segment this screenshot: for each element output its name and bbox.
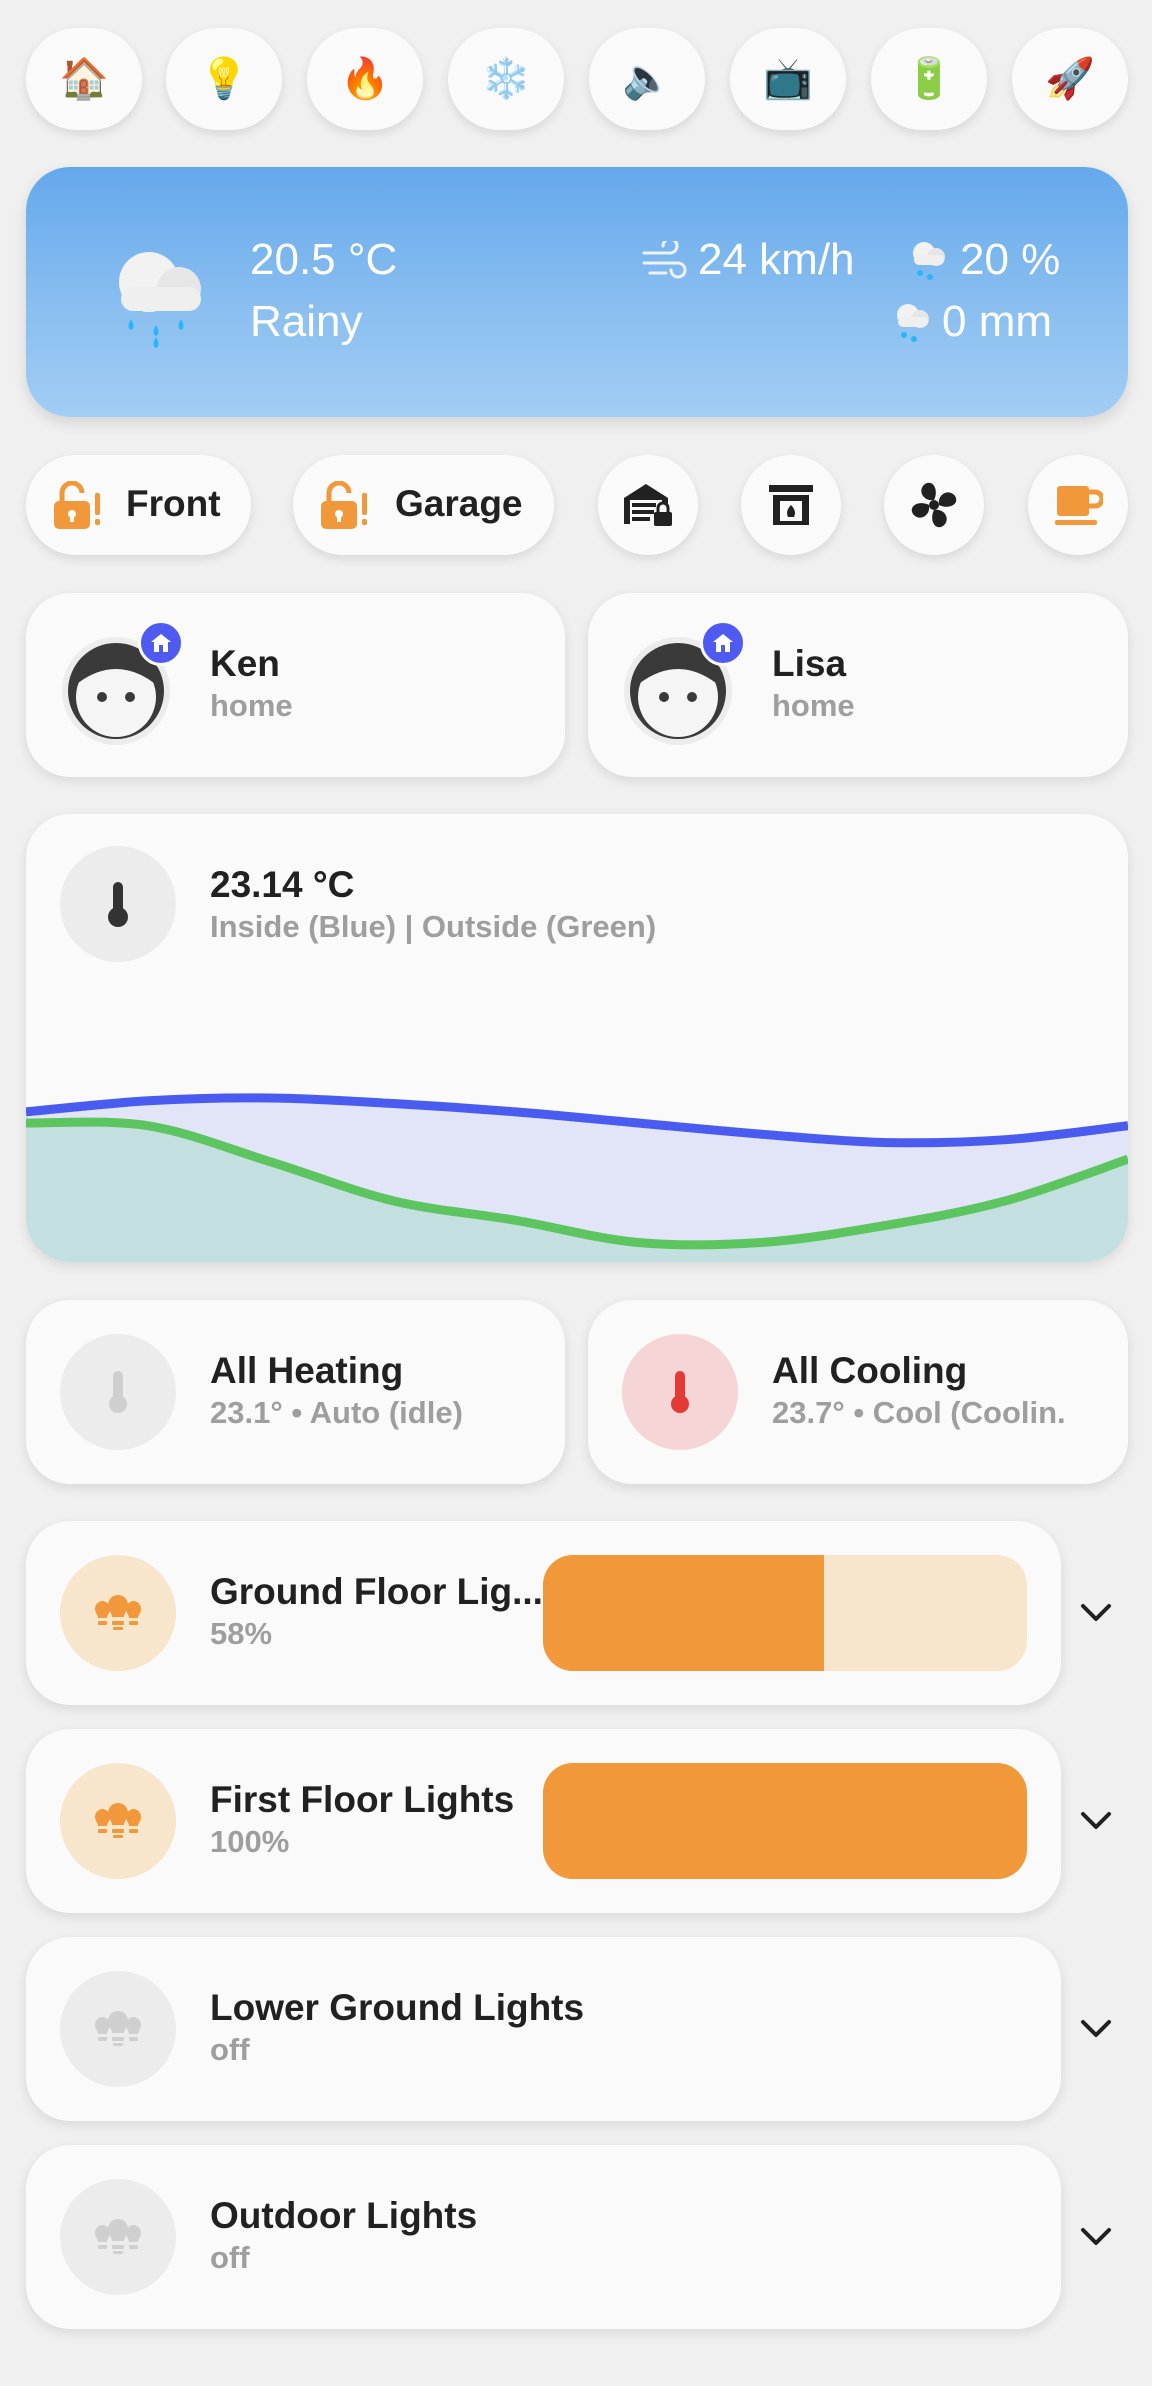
person-state: home [772,688,855,723]
light-card[interactable]: First Floor Lights 100% [26,1729,1061,1913]
light-group-icon [94,2011,142,2046]
light-title: Ground Floor Lig... [210,1571,543,1612]
fan-icon [911,482,957,528]
heating-button[interactable]: 🔥 [307,28,423,130]
expand-chevron-button[interactable] [1076,2009,1116,2049]
front-lock-button[interactable]: Front [26,455,251,555]
expand-chevron-button[interactable] [1076,2217,1116,2257]
expand-chevron-button[interactable] [1076,1801,1116,1841]
light-icon-circle[interactable] [60,1971,176,2087]
brightness-slider[interactable] [543,1555,1027,1671]
temperature-graph-card[interactable]: 23.14 °C Inside (Blue) | Outside (Green) [26,814,1128,1262]
fire-icon: 🔥 [340,57,390,101]
chevron-down-icon [1081,2228,1111,2245]
cooling-title: All Cooling [772,1350,968,1391]
cooling-card[interactable]: All Cooling 23.7° • Cool (Coolin. [588,1300,1128,1484]
light-group-icon [94,1803,142,1838]
fan-button[interactable] [884,455,984,555]
light-status: 58% [210,1616,273,1651]
weather-precip-chance: 20 % [960,235,1061,284]
rain-cloud-icon [119,252,201,348]
brightness-slider[interactable] [543,1763,1027,1879]
cooling-status: 23.7° • Cool (Coolin. [772,1395,1066,1430]
home-icon: 🏠 [59,57,109,101]
heating-card[interactable]: All Heating 23.1° • Auto (idle) [26,1300,565,1484]
light-card[interactable]: Outdoor Lights off [26,2145,1061,2329]
expand-chevron-button[interactable] [1076,1593,1116,1633]
lightbulb-icon: 💡 [199,57,249,101]
rocket-button[interactable]: 🚀 [1012,28,1128,130]
light-title: Lower Ground Lights [210,1987,585,2028]
thermometer-icon [671,1371,689,1413]
coffee-button[interactable] [1028,455,1128,555]
tv-button[interactable]: 📺 [730,28,846,130]
person-card-lisa[interactable]: Lisa home [588,593,1128,777]
light-title: Outdoor Lights [210,2195,478,2236]
heating-title: All Heating [210,1350,404,1391]
speaker-button[interactable]: 🔈 [589,28,705,130]
cooling-button[interactable]: ❄️ [448,28,564,130]
weather-precip-amount: 0 mm [942,297,1052,346]
cooling-icon-circle [622,1334,738,1450]
garage-lock-button[interactable]: Garage [293,455,554,555]
person-card-ken[interactable]: Ken home [26,593,565,777]
chevron-down-icon [1081,2020,1111,2037]
light-card[interactable]: Ground Floor Lig... 58% [26,1521,1061,1705]
temperature-chart [26,1093,1128,1262]
battery-button[interactable]: 🔋 [871,28,987,130]
heating-icon-circle [60,1334,176,1450]
person-name: Ken [210,643,280,684]
garage-door-button[interactable] [598,455,698,555]
battery-icon: 🔋 [904,57,954,101]
coffee-icon [1055,486,1103,525]
home-badge [700,620,746,666]
snowflake-icon: ❄️ [481,57,531,101]
weather-condition: Rainy [250,297,363,346]
thermometer-icon [109,1371,127,1413]
lights-button[interactable]: 💡 [166,28,282,130]
home-button[interactable]: 🏠 [26,28,142,130]
fireplace-button[interactable] [741,455,841,555]
fireplace-icon [769,485,813,525]
rocket-icon: 🚀 [1045,57,1095,101]
brightness-fill [543,1555,824,1671]
home-badge-icon [151,634,171,652]
weather-wind: 24 km/h [698,235,855,284]
wind-icon [642,241,687,279]
light-icon-circle[interactable] [60,1555,176,1671]
light-card[interactable]: Lower Ground Lights off [26,1937,1061,2121]
light-title: First Floor Lights [210,1779,515,1820]
brightness-fill [543,1763,1027,1879]
precip-amount-icon [897,304,929,342]
light-icon-circle[interactable] [60,2179,176,2295]
front-lock-label: Front [126,483,221,524]
heating-status: 23.1° • Auto (idle) [210,1395,463,1430]
person-state: home [210,688,293,723]
light-group-icon [94,1595,142,1630]
garage-lock-label: Garage [395,483,523,524]
chevron-down-icon [1081,1604,1111,1621]
light-group-icon [94,2219,142,2254]
garage-lock-icon [624,484,672,526]
precip-chance-icon [913,242,945,280]
light-icon-circle[interactable] [60,1763,176,1879]
home-badge [138,620,184,666]
light-status: off [210,2240,250,2275]
chevron-down-icon [1081,1812,1111,1829]
light-status: off [210,2032,250,2067]
unlocked-alert-icon [54,481,100,529]
light-status: 100% [210,1824,290,1859]
unlocked-alert-icon [321,481,367,529]
speaker-icon: 🔈 [622,57,672,101]
weather-card[interactable]: 20.5 °C Rainy 24 km/h 20 % 0 mm [26,167,1128,417]
weather-temperature: 20.5 °C [250,235,398,284]
tv-icon: 📺 [763,57,813,101]
person-name: Lisa [772,643,847,684]
home-badge-icon [713,634,733,652]
